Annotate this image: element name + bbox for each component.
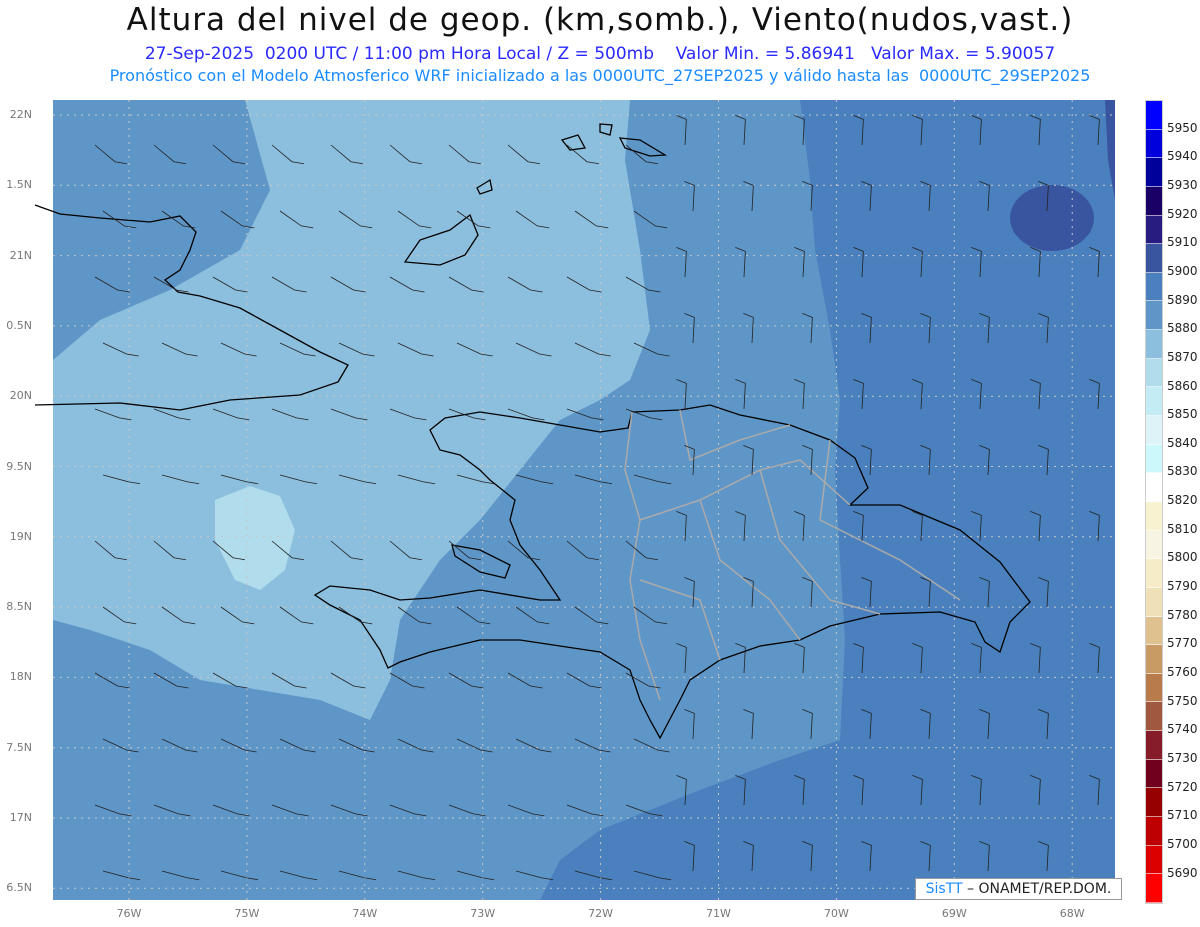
lon-label: 72W — [588, 907, 614, 920]
lon-label: 68W — [1059, 907, 1085, 920]
colorbar-label: 5840 — [1167, 435, 1198, 450]
lat-label: 20N — [9, 389, 32, 403]
colorbar-label: 5870 — [1167, 349, 1198, 364]
colorbar-swatch — [1146, 731, 1162, 760]
field-5900-blob — [1010, 185, 1094, 251]
colorbar-label: 5930 — [1167, 177, 1198, 192]
lat-label: 18N — [9, 670, 32, 684]
lat-label: 0.5N — [6, 318, 32, 332]
colorbar-label: 5950 — [1167, 120, 1198, 135]
colorbar-swatch — [1146, 817, 1162, 846]
colorbar-label: 5730 — [1167, 750, 1198, 765]
colorbar-label: 5810 — [1167, 521, 1198, 536]
lon-label: 69W — [941, 907, 967, 920]
colorbar-swatch — [1146, 272, 1162, 302]
colorbar-swatch — [1146, 358, 1162, 388]
lon-label: 73W — [470, 907, 496, 920]
colorbar-label: 5940 — [1167, 149, 1198, 164]
colorbar-swatch — [1146, 616, 1162, 646]
colorbar-swatch — [1146, 444, 1162, 474]
colorbar-swatch — [1146, 874, 1162, 903]
colorbar-swatch — [1146, 645, 1162, 674]
colorbar-label: 5860 — [1167, 378, 1198, 393]
colorbar-swatch — [1146, 759, 1162, 789]
colorbar-label: 5700 — [1167, 836, 1198, 851]
colorbar-swatch — [1146, 473, 1162, 502]
lat-label: 22N — [9, 108, 32, 121]
colorbar-swatch — [1146, 416, 1162, 445]
colorbar-label: 5920 — [1167, 206, 1198, 221]
lat-label: 17N — [9, 811, 32, 824]
colorbar-swatch — [1146, 702, 1162, 732]
colorbar-label: 5760 — [1167, 665, 1198, 679]
colorbar-label: 5830 — [1167, 464, 1198, 479]
colorbar-swatch — [1146, 215, 1162, 245]
colorbar-swatch — [1146, 158, 1162, 187]
colorbar-label: 5710 — [1167, 808, 1198, 823]
colorbar-swatch — [1146, 788, 1162, 818]
colorbar-label: 5790 — [1167, 579, 1198, 594]
credit-text: – ONAMET/REP.DOM. — [962, 881, 1112, 897]
colorbar-label: 5770 — [1167, 636, 1198, 651]
lat-label: 8.5N — [6, 600, 32, 614]
colorbar-label: 5690 — [1167, 865, 1198, 880]
lon-label: 70W — [823, 907, 849, 920]
colorbar-swatch — [1146, 587, 1162, 617]
colorbar-label: 5890 — [1167, 292, 1198, 307]
lon-label: 75W — [234, 907, 260, 920]
lon-label: 76W — [116, 907, 142, 920]
lat-label: 6.5N — [6, 881, 32, 895]
colorbar — [1145, 100, 1163, 904]
colorbar-label: 5880 — [1167, 321, 1198, 336]
lat-label: 1.5N — [6, 178, 32, 192]
colorbar-swatch — [1146, 244, 1162, 273]
colorbar-label: 5780 — [1167, 607, 1198, 622]
colorbar-label: 5720 — [1167, 779, 1198, 794]
colorbar-swatch — [1146, 186, 1162, 216]
lon-label: 71W — [706, 907, 731, 920]
credit-box: SisTT – ONAMET/REP.DOM. — [915, 878, 1122, 900]
colorbar-swatch — [1146, 301, 1162, 331]
colorbar-label: 5900 — [1167, 263, 1198, 278]
colorbar-swatch — [1146, 330, 1162, 359]
colorbar-swatch — [1146, 129, 1162, 159]
colorbar-label: 5910 — [1167, 235, 1198, 250]
lat-label: 9.5N — [6, 459, 32, 473]
colorbar-label: 5800 — [1167, 550, 1198, 565]
colorbar-swatch — [1146, 845, 1162, 875]
colorbar-label: 5740 — [1167, 722, 1198, 737]
sistt-logo: SisTT — [925, 881, 963, 897]
colorbar-label: 5820 — [1167, 493, 1198, 508]
colorbar-swatch — [1146, 530, 1162, 560]
colorbar-swatch — [1146, 673, 1162, 703]
colorbar-swatch — [1146, 101, 1162, 130]
colorbar-swatch — [1146, 387, 1162, 417]
lon-label: 74W — [352, 907, 378, 920]
colorbar-label: 5850 — [1167, 407, 1198, 422]
lat-label: 7.5N — [6, 740, 32, 754]
lat-label: 21N — [9, 248, 32, 262]
geopotential-map — [34, 100, 1115, 900]
colorbar-swatch — [1146, 559, 1162, 588]
colorbar-label: 5750 — [1167, 693, 1198, 708]
lat-label: 19N — [9, 529, 32, 543]
colorbar-swatch — [1146, 501, 1162, 531]
